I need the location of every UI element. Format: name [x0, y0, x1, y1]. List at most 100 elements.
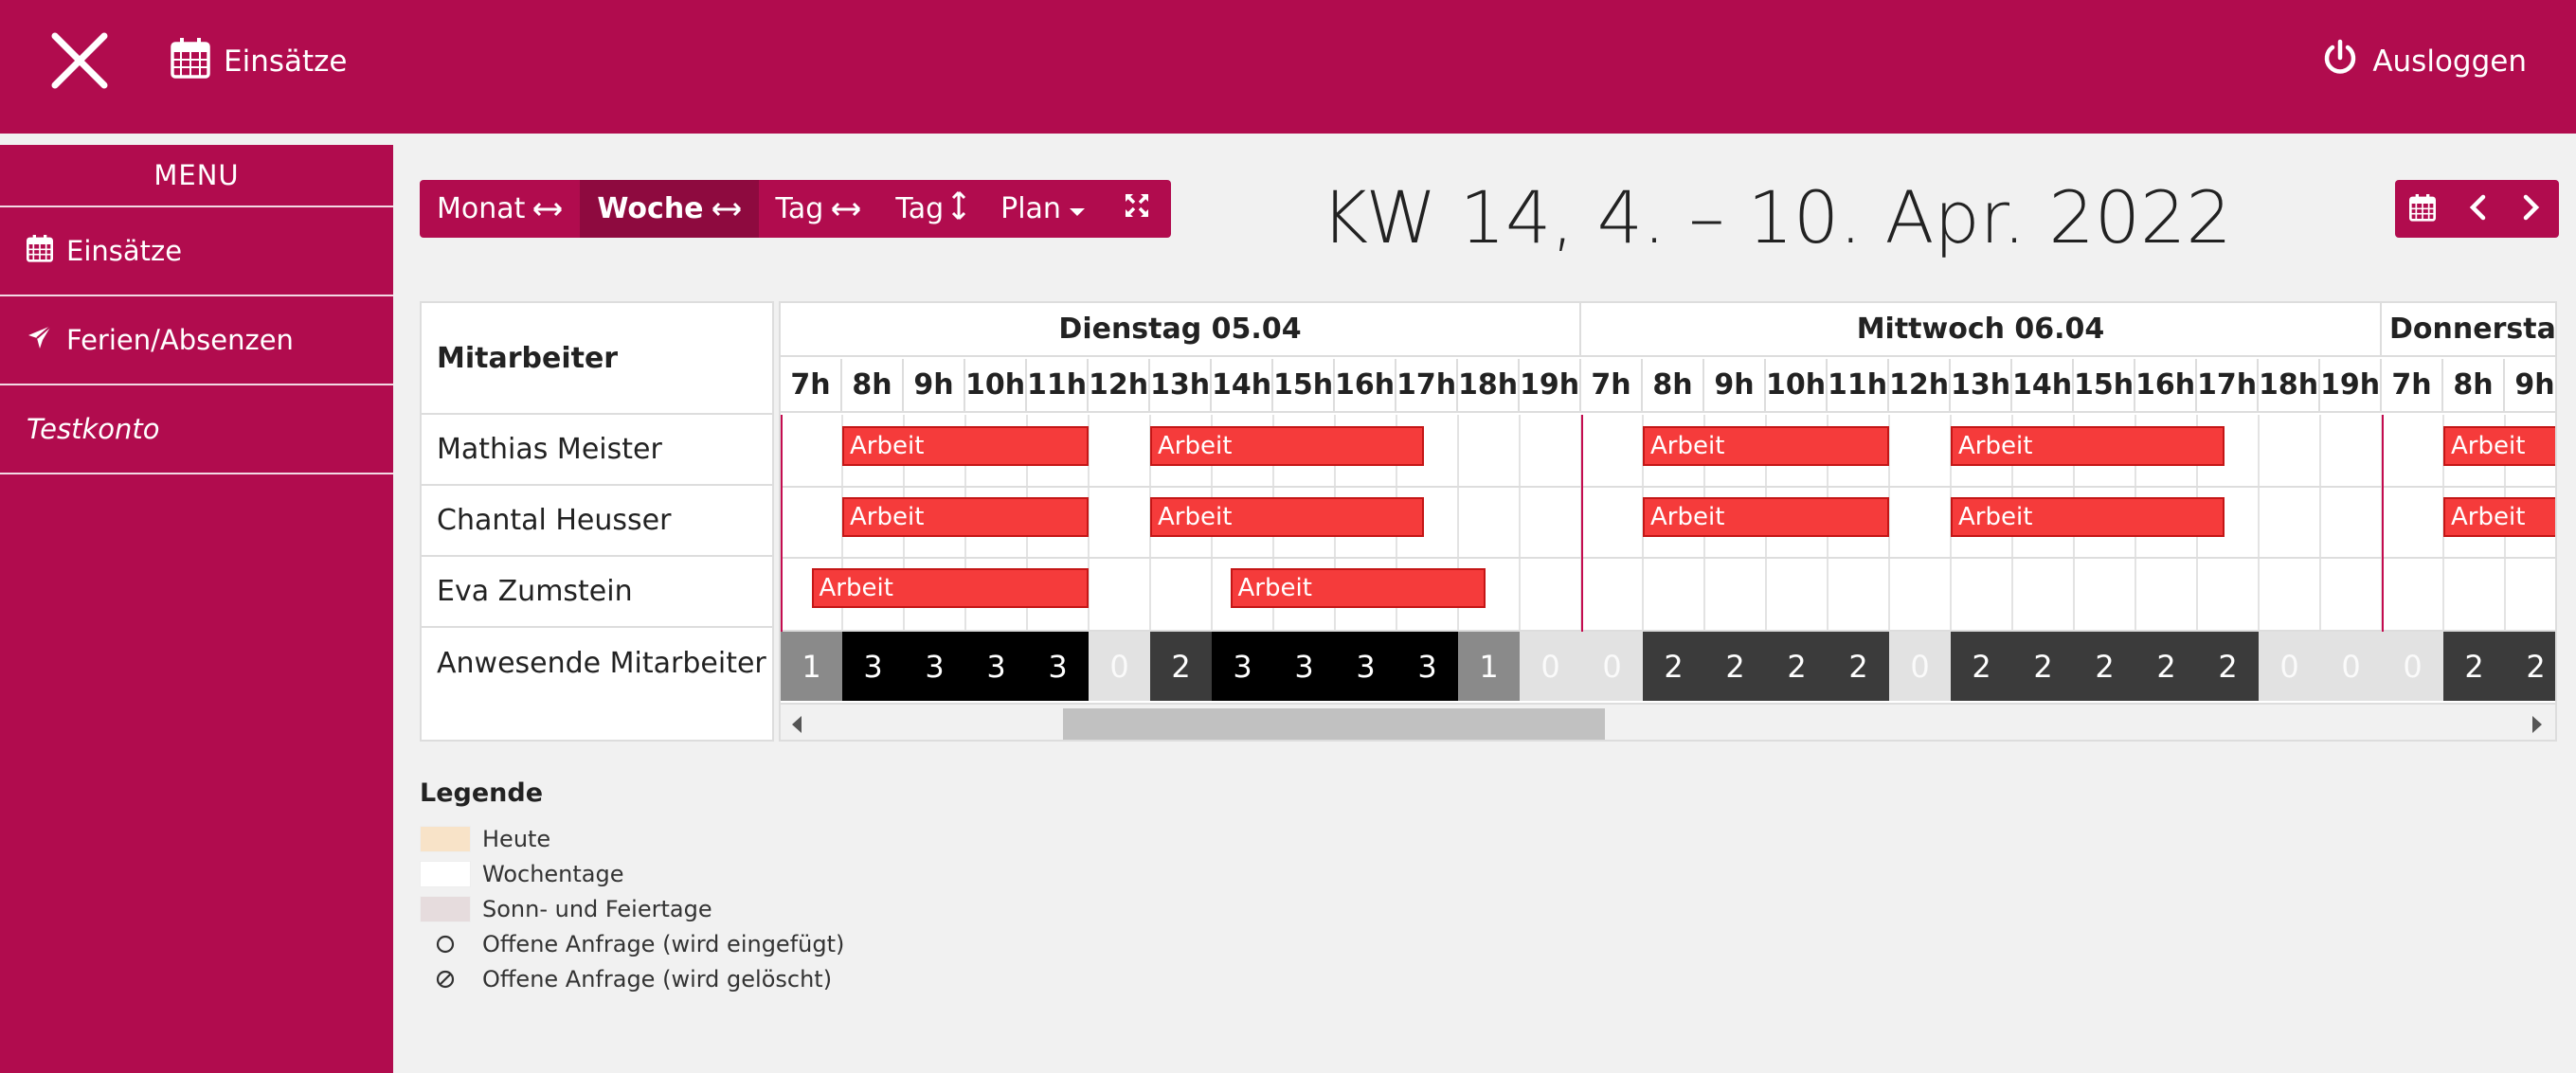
present-count-cell: 0 [2320, 632, 2382, 701]
fullscreen-button[interactable] [1103, 180, 1171, 238]
employee-name: Mathias Meister [422, 415, 772, 486]
present-count-cell: 2 [2012, 632, 2074, 701]
work-shift-bar[interactable]: Arbeit [811, 568, 1089, 608]
day-header: Dienstag 05.04 [781, 303, 1581, 357]
work-shift-bar[interactable]: Arbeit [1951, 426, 2225, 466]
grid-line [1519, 415, 1521, 632]
present-count-cell: 2 [1643, 632, 1704, 701]
sidebar: MENU Einsätze Ferien/Absenzen Testkonto [0, 145, 393, 1073]
calendar-icon [171, 37, 210, 86]
hour-header: 7h [2382, 359, 2443, 413]
work-shift-bar[interactable]: Arbeit [1230, 568, 1486, 608]
day-separator [781, 415, 783, 632]
circle-icon [420, 934, 471, 955]
present-count-cell: 2 [1766, 632, 1828, 701]
present-count-cell: 0 [2382, 632, 2443, 701]
view-week-button[interactable]: Woche [580, 180, 759, 238]
plane-icon [27, 324, 53, 357]
present-count-cell: 2 [2197, 632, 2259, 701]
hour-header: 10h [1766, 359, 1828, 413]
date-navigation [2395, 180, 2559, 238]
legend: Legende Heute Wochentage Sonn- und Feier… [420, 778, 844, 996]
previous-week-button[interactable] [2450, 180, 2505, 238]
work-shift-bar[interactable]: Arbeit [1643, 497, 1889, 537]
day-header: Donnerstag [2382, 303, 2555, 357]
timeline-grid: Dienstag 05.04Mittwoch 06.04Donnerstag7h… [779, 301, 2557, 742]
top-bar: Einsätze Ausloggen [0, 0, 2576, 134]
hour-header: 8h [842, 359, 904, 413]
view-week-label: Woche [597, 192, 704, 225]
view-plan-dropdown[interactable]: Plan [983, 180, 1103, 238]
legend-swatch [420, 860, 471, 887]
hour-header: 19h [1520, 359, 1581, 413]
work-shift-bar[interactable]: Arbeit [2443, 426, 2555, 466]
circle-slash-icon [420, 969, 471, 990]
work-shift-bar[interactable]: Arbeit [842, 497, 1089, 537]
caret-down-icon [1069, 192, 1086, 225]
chevron-right-icon [2523, 194, 2540, 224]
scrollbar-thumb[interactable] [1063, 708, 1605, 740]
present-count-cell: 2 [1828, 632, 1889, 701]
employee-column: Mitarbeiter Mathias Meister Chantal Heus… [420, 301, 774, 742]
hour-header: 11h [1027, 359, 1089, 413]
present-count-cell: 2 [1704, 632, 1766, 701]
scroll-left-arrow-icon[interactable] [792, 716, 802, 733]
hour-header: 18h [1458, 359, 1520, 413]
view-month-label: Monat [437, 192, 526, 225]
hour-header: 10h [965, 359, 1027, 413]
sidebar-item-ferien[interactable]: Ferien/Absenzen [0, 296, 393, 385]
hour-header: 7h [781, 359, 842, 413]
hour-header: 7h [1581, 359, 1643, 413]
view-day-horizontal-label: Tag [775, 192, 824, 225]
employee-name: Chantal Heusser [422, 486, 772, 557]
view-day-horizontal-button[interactable]: Tag [759, 180, 879, 238]
employee-column-header: Mitarbeiter [422, 303, 772, 415]
work-shift-bar[interactable]: Arbeit [1150, 497, 1425, 537]
logout-button[interactable]: Ausloggen [2321, 38, 2527, 85]
view-month-button[interactable]: Monat [420, 180, 580, 238]
present-count-cell: 3 [965, 632, 1027, 701]
day-header: Mittwoch 06.04 [1581, 303, 2382, 357]
horizontal-scrollbar[interactable] [781, 703, 2555, 740]
hour-header: 12h [1889, 359, 1951, 413]
power-icon [2321, 39, 2359, 84]
work-shift-bar[interactable]: Arbeit [1643, 426, 1889, 466]
hour-header: 12h [1089, 359, 1150, 413]
hour-header: 9h [2505, 359, 2555, 413]
hour-header: 9h [904, 359, 965, 413]
hour-header: 17h [2197, 359, 2259, 413]
nav-einsaetze-label: Einsätze [224, 45, 348, 79]
nav-einsaetze-link[interactable]: Einsätze [171, 38, 348, 85]
present-count-cell: 3 [1396, 632, 1458, 701]
view-day-vertical-button[interactable]: Tag [878, 180, 983, 238]
chevron-left-icon [2469, 194, 2486, 224]
present-count-cell: 3 [1273, 632, 1335, 701]
hour-header: 8h [2443, 359, 2505, 413]
close-icon[interactable] [49, 30, 110, 91]
expand-icon [1124, 192, 1150, 226]
hour-header: 15h [1273, 359, 1335, 413]
calendar-icon [27, 234, 53, 269]
legend-label: Offene Anfrage (wird eingefügt) [482, 930, 845, 957]
scroll-right-arrow-icon[interactable] [2532, 716, 2542, 733]
grid-line [2258, 415, 2260, 632]
legend-item-open-insert: Offene Anfrage (wird eingefügt) [420, 926, 844, 961]
hour-header: 17h [1396, 359, 1458, 413]
present-count-cell: 1 [1458, 632, 1520, 701]
day-separator [2382, 415, 2384, 632]
next-week-button[interactable] [2504, 180, 2559, 238]
work-shift-bar[interactable]: Arbeit [1951, 497, 2225, 537]
work-shift-bar[interactable]: Arbeit [2443, 497, 2555, 537]
sidebar-item-testkonto[interactable]: Testkonto [0, 385, 393, 474]
present-count-cell: 0 [1581, 632, 1643, 701]
sidebar-item-einsaetze[interactable]: Einsätze [0, 207, 393, 296]
logout-label: Ausloggen [2372, 45, 2527, 79]
view-plan-label: Plan [1000, 192, 1061, 225]
legend-title: Legende [420, 778, 544, 808]
work-shift-bar[interactable]: Arbeit [1150, 426, 1425, 466]
date-picker-button[interactable] [2395, 180, 2450, 238]
hour-header: 19h [2320, 359, 2382, 413]
legend-swatch [420, 895, 471, 922]
legend-item-weekdays: Wochentage [420, 856, 844, 891]
work-shift-bar[interactable]: Arbeit [842, 426, 1089, 466]
